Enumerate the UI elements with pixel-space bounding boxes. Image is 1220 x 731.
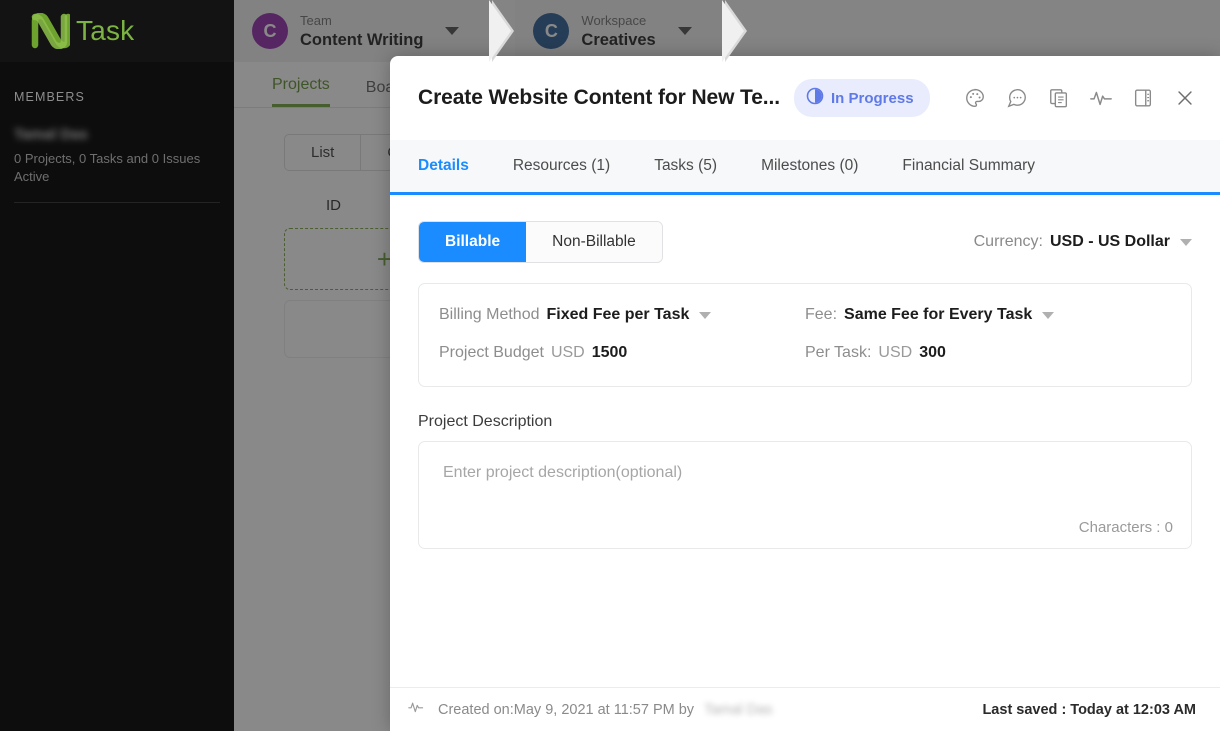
billing-options-row: Billable Non-Billable Currency: USD - US… [418,221,1192,263]
fee-label: Fee: [805,306,838,323]
created-by-user: Tamal Das [704,701,773,718]
status-badge[interactable]: In Progress [794,79,930,117]
project-description-label: Project Description [418,413,553,430]
members-section-title: MEMBERS [14,90,85,104]
currency-selector[interactable]: Currency: USD - US Dollar [974,233,1192,251]
billing-details-card: Billing Method Fixed Fee per Task Fee: S… [418,283,1192,387]
member-item[interactable]: Tamal Das 0 Projects, 0 Tasks and 0 Issu… [14,126,220,186]
modal-footer: Created on:May 9, 2021 at 11:57 PM by Ta… [390,687,1220,731]
tab-details[interactable]: Details [396,140,491,192]
app-logo-text: Task [76,15,135,46]
app-logo[interactable]: Task [0,0,234,62]
comment-icon[interactable] [1004,85,1030,111]
per-task-value[interactable]: 300 [919,344,946,362]
billing-method-chevron-down-icon[interactable] [699,311,712,319]
fee-value: Same Fee for Every Task [844,306,1033,323]
sidebar-members-section: MEMBERS Tamal Das 0 Projects, 0 Tasks an… [0,62,234,203]
modal-title: Create Website Content for New Te... [418,86,781,109]
project-detail-modal: Create Website Content for New Te... In … [390,56,1220,731]
tab-milestones[interactable]: Milestones (0) [739,140,880,192]
app-root: Task MEMBERS Tamal Das 0 Projects, 0 Tas… [0,0,1220,731]
character-counter: Characters : 0 [1078,519,1173,536]
status-badge-label: In Progress [831,89,914,107]
project-budget-value[interactable]: 1500 [592,344,628,362]
tab-resources[interactable]: Resources (1) [491,140,632,192]
close-icon[interactable] [1172,85,1198,111]
tab-tasks[interactable]: Tasks (5) [632,140,739,192]
currency-value: USD - US Dollar [1049,233,1170,250]
tab-financial-summary[interactable]: Financial Summary [880,140,1057,192]
activity-icon[interactable] [1088,85,1114,111]
billable-option[interactable]: Billable [419,222,527,262]
billable-toggle: Billable Non-Billable [418,221,663,263]
sidebar-divider [14,202,220,203]
duplicate-icon[interactable] [1046,85,1072,111]
project-budget-currency: USD [550,344,585,361]
activity-icon [408,699,428,720]
member-name: Tamal Das [14,126,88,143]
modal-header-actions [962,85,1198,111]
member-stats: 0 Projects, 0 Tasks and 0 Issues Active [14,151,201,184]
per-task-currency: USD [878,344,913,361]
project-budget-label: Project Budget [439,344,544,361]
currency-label: Currency: [973,233,1043,250]
modal-header: Create Website Content for New Te... In … [390,56,1220,140]
currency-chevron-down-icon[interactable] [1180,238,1192,246]
billing-method-field[interactable]: Billing Method Fixed Fee per Task [439,306,805,324]
modal-body: Billable Non-Billable Currency: USD - US… [390,195,1220,687]
palette-icon[interactable] [962,85,988,111]
non-billable-option[interactable]: Non-Billable [526,222,662,262]
sidebar: Task MEMBERS Tamal Das 0 Projects, 0 Tas… [0,0,234,731]
per-task-field[interactable]: Per Task: USD 300 [805,344,1171,362]
billing-method-value: Fixed Fee per Task [546,306,690,323]
fee-chevron-down-icon[interactable] [1042,311,1055,319]
in-progress-icon [806,87,824,109]
last-saved-text: Last saved : Today at 12:03 AM [982,701,1196,718]
billing-method-label: Billing Method [439,306,540,323]
panel-icon[interactable] [1130,85,1156,111]
ntask-logo-icon [30,12,72,50]
created-info: Created on:May 9, 2021 at 11:57 PM by Ta… [408,699,773,720]
project-budget-field[interactable]: Project Budget USD 1500 [439,344,805,362]
created-on-text: Created on:May 9, 2021 at 11:57 PM by [438,701,695,718]
project-description-input[interactable]: Enter project description(optional) Char… [418,441,1192,549]
fee-field[interactable]: Fee: Same Fee for Every Task [805,306,1171,324]
modal-tabbar: Details Resources (1) Tasks (5) Mileston… [390,140,1220,195]
project-description-placeholder: Enter project description(optional) [443,464,683,481]
per-task-label: Per Task: [805,344,872,361]
